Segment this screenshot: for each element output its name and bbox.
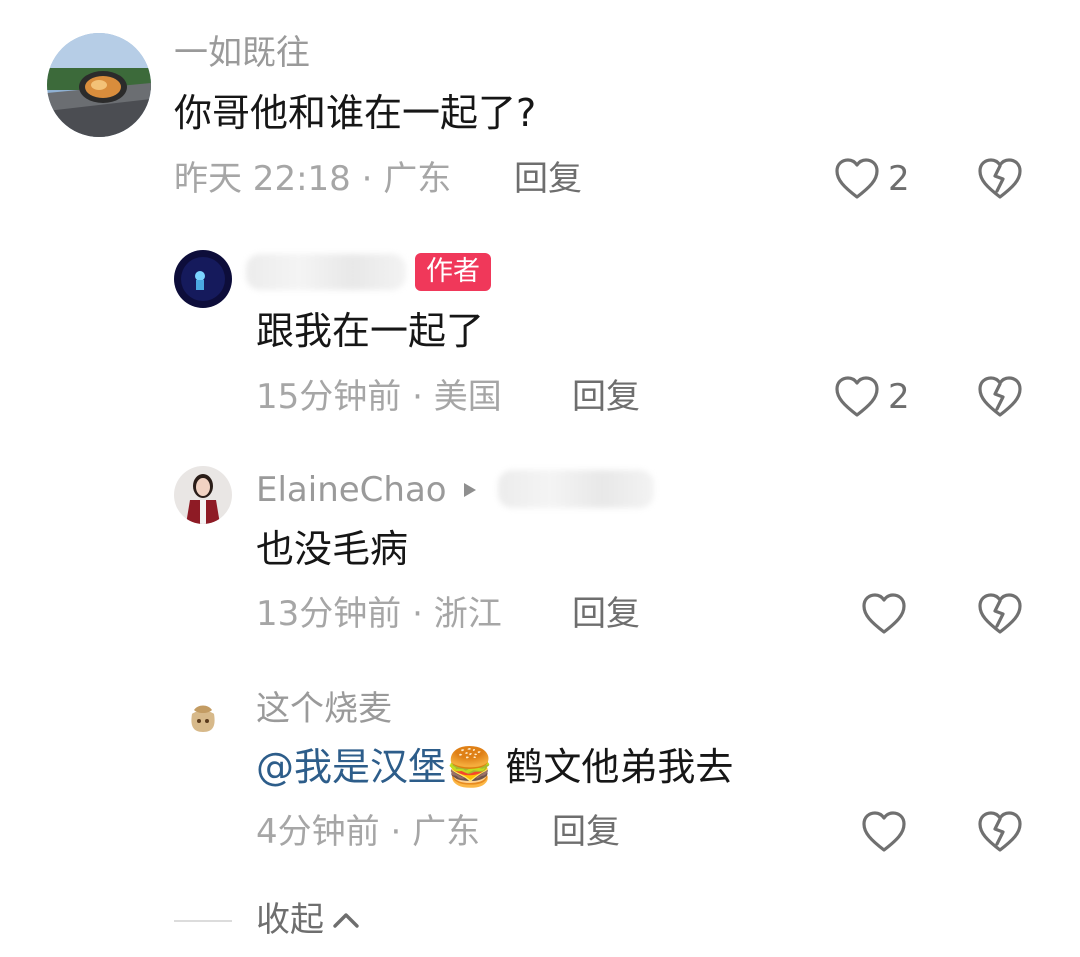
comment-meta: 4分钟前 · 广东	[256, 812, 480, 852]
comment-location: 美国	[433, 377, 502, 417]
dislike-button[interactable]	[977, 157, 1023, 205]
like-count: 2	[888, 377, 910, 417]
comment-location: 广东	[412, 812, 481, 852]
collapse-label: 收起	[256, 900, 324, 940]
like-count: 2	[888, 159, 910, 199]
heart-outline-icon	[862, 593, 906, 634]
comment-username[interactable]: ElaineChao	[256, 470, 447, 510]
broken-heart-icon	[978, 593, 1022, 634]
username-redacted	[246, 254, 406, 290]
comment-username[interactable]: 一如既往	[174, 33, 310, 73]
chevron-up-icon	[333, 913, 359, 928]
comment-meta: 昨天 22:18 · 广东	[174, 159, 451, 199]
reply-button[interactable]: 回复	[572, 377, 640, 417]
mention-link[interactable]: @我是汉堡🍔	[256, 745, 493, 789]
broken-heart-icon	[978, 376, 1022, 417]
like-button[interactable]	[861, 592, 907, 636]
comment-text: 跟我在一起了	[256, 309, 485, 353]
avatar[interactable]	[174, 250, 232, 308]
dislike-button[interactable]	[977, 810, 1023, 858]
like-button[interactable]: 2	[834, 157, 910, 201]
comment-text: @我是汉堡🍔 鹤文他弟我去	[256, 744, 733, 790]
comment-time: 13分钟前	[256, 594, 402, 634]
comment-time: 昨天 22:18	[174, 159, 351, 199]
meta-separator: ·	[401, 377, 434, 417]
comment-username[interactable]: 这个烧麦	[256, 689, 392, 729]
dislike-button[interactable]	[977, 375, 1023, 423]
reply-button[interactable]: 回复	[572, 594, 640, 634]
reply-button[interactable]: 回复	[514, 159, 582, 199]
comment-time: 15分钟前	[256, 377, 402, 417]
comment-location: 广东	[383, 159, 452, 199]
comment-meta: 13分钟前 · 浙江	[256, 594, 502, 634]
heart-outline-icon	[835, 158, 879, 199]
reply-arrow-icon	[464, 483, 476, 497]
meta-separator: ·	[401, 594, 434, 634]
avatar[interactable]	[47, 33, 151, 137]
comment-meta: 15分钟前 · 美国	[256, 377, 502, 417]
like-button[interactable]	[861, 810, 907, 854]
broken-heart-icon	[978, 158, 1022, 199]
author-badge: 作者	[415, 253, 491, 291]
meta-separator: ·	[379, 812, 413, 852]
reply-target-redacted	[498, 470, 654, 508]
collapse-button[interactable]: 收起	[256, 900, 362, 940]
meta-separator: ·	[350, 159, 384, 199]
avatar[interactable]	[174, 466, 232, 524]
comment-location: 浙江	[433, 594, 502, 634]
comment-text-body: 鹤文他弟我去	[505, 745, 734, 789]
reply-button[interactable]: 回复	[552, 812, 620, 852]
heart-outline-icon	[835, 376, 879, 417]
comment-text: 你哥他和谁在一起了?	[174, 91, 537, 135]
comment-text: 也没毛病	[256, 527, 409, 571]
collapse-divider	[174, 920, 232, 922]
comment-time: 4分钟前	[256, 812, 380, 852]
dislike-button[interactable]	[977, 592, 1023, 640]
heart-outline-icon	[862, 811, 906, 852]
avatar[interactable]	[174, 688, 232, 746]
broken-heart-icon	[978, 811, 1022, 852]
like-button[interactable]: 2	[834, 375, 910, 419]
